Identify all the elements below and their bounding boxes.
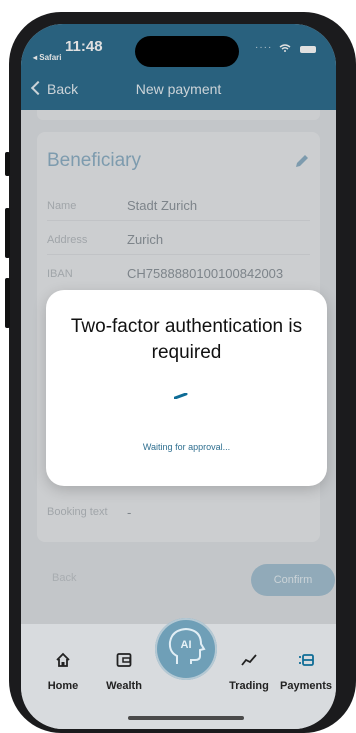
tab-home-label: Home bbox=[47, 680, 79, 692]
phone-side-button bbox=[5, 278, 10, 328]
ai-assistant-button[interactable]: AI bbox=[155, 618, 217, 680]
loading-spinner-icon bbox=[174, 393, 188, 399]
dialog-title: Two-factor authentication is required bbox=[70, 316, 303, 363]
tab-payments-label: Payments bbox=[280, 680, 332, 692]
wallet-icon bbox=[116, 653, 132, 667]
tab-trading-label: Trading bbox=[229, 680, 269, 692]
payments-icon bbox=[299, 654, 314, 666]
home-icon bbox=[56, 652, 70, 667]
ai-label: AI bbox=[180, 639, 192, 651]
phone-side-button bbox=[5, 208, 10, 258]
tab-wealth-label: Wealth bbox=[106, 680, 142, 692]
phone-side-button bbox=[5, 152, 10, 176]
waiting-status: Waiting for approval... bbox=[142, 442, 231, 452]
home-indicator bbox=[128, 716, 244, 720]
app-screen: 11:48 ◂ Safari ···· Back New payment Ben… bbox=[21, 24, 336, 729]
trend-icon bbox=[241, 654, 257, 666]
two-factor-dialog: Two-factor authentication is required Wa… bbox=[46, 290, 327, 486]
